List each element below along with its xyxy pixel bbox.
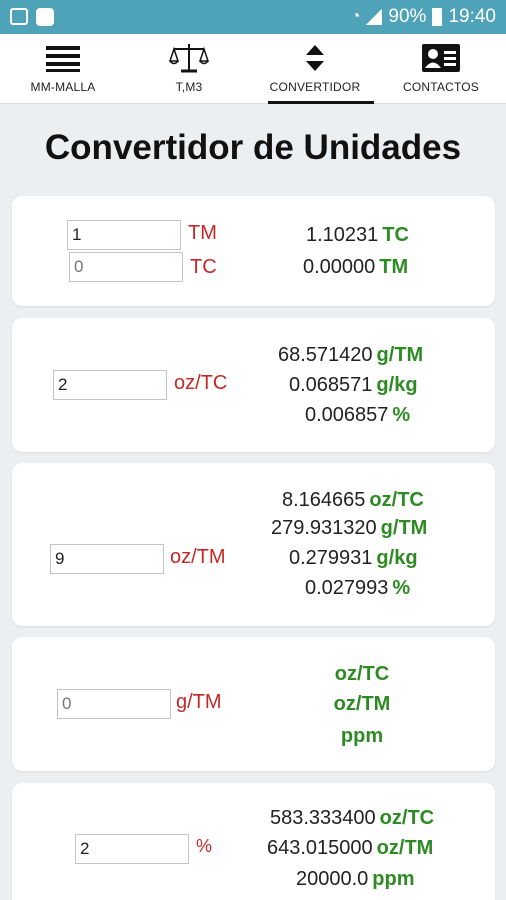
tab-mm-malla[interactable]: MM-MALLA xyxy=(0,34,126,104)
result-row: 8.164665 oz/TC xyxy=(282,489,424,512)
result-row: 68.571420 g/TM xyxy=(278,344,423,367)
tab-tm3[interactable]: T,M3 xyxy=(126,34,252,104)
result-value: 1.10231 xyxy=(306,224,379,246)
result-unit: g/kg xyxy=(376,374,418,396)
oz-tc-input[interactable] xyxy=(53,370,167,400)
result-value: 68.571420 xyxy=(278,344,373,366)
tc-unit-label: TC xyxy=(190,256,217,278)
tab-label: T,M3 xyxy=(175,80,203,94)
signal-icon xyxy=(366,9,383,25)
tab-label: CONTACTOS xyxy=(402,80,480,94)
result-value: 0.00000 xyxy=(303,256,376,278)
converter-card-g-tm: g/TM oz/TC oz/TM ppm xyxy=(12,637,495,771)
tab-label: CONVERTIDOR xyxy=(269,80,361,94)
converter-card-tm-tc: TM TC 1.10231TC 0.00000TM xyxy=(12,196,495,306)
result-unit: g/TM xyxy=(376,344,424,366)
active-tab-indicator xyxy=(268,101,374,104)
result-unit: % xyxy=(392,577,411,599)
result-value: 643.015000 xyxy=(267,837,373,859)
result-unit: oz/TM xyxy=(376,837,434,859)
percent-unit-label: % xyxy=(196,836,213,856)
result-row: 0.006857% xyxy=(305,404,410,427)
result-row: 643.015000 oz/TM xyxy=(267,837,433,860)
result-value: 0.027993 xyxy=(305,577,389,599)
image-notification-icon xyxy=(10,8,28,25)
result-row: 20000.0 ppm xyxy=(296,868,415,891)
result-row: 583.333400 oz/TC xyxy=(270,807,434,830)
g-tm-unit-label: g/TM xyxy=(176,691,222,713)
tm-input[interactable] xyxy=(67,220,181,250)
result-unit: oz/TM xyxy=(333,693,391,715)
result-unit: g/TM xyxy=(380,517,428,539)
result-value: 8.164665 xyxy=(282,489,366,511)
converter-card-oz-tm: oz/TM 8.164665oz/TC 279.931320g/TM 0.279… xyxy=(12,463,495,626)
menu-icon xyxy=(46,46,80,72)
oz-tm-unit-label: oz/TM xyxy=(170,546,226,568)
result-row: oz/TM xyxy=(322,693,402,716)
result-row: 0.279931 g/kg xyxy=(289,547,418,570)
result-row: 0.00000 TM xyxy=(303,256,408,279)
tab-label: MM-MALLA xyxy=(30,80,96,94)
converter-card-oz-tc: oz/TC 68.571420g/TM 0.068571g/kg 0.00685… xyxy=(12,318,495,452)
tc-input[interactable] xyxy=(69,252,183,282)
result-row: 0.027993% xyxy=(305,577,410,600)
result-row: ppm xyxy=(322,725,402,748)
result-unit: TM xyxy=(379,256,409,278)
result-unit: % xyxy=(392,404,411,426)
status-bar: ◔ 90% 19:40 xyxy=(0,0,506,34)
app-notification-icon xyxy=(36,8,54,26)
sort-arrows-icon xyxy=(306,45,324,71)
balance-scale-icon xyxy=(169,44,209,73)
result-row: 1.10231 TC xyxy=(306,224,409,247)
battery-percent: 90% xyxy=(388,6,427,27)
percent-input[interactable] xyxy=(75,834,189,864)
contact-card-icon xyxy=(422,44,460,72)
oz-tm-input[interactable] xyxy=(50,544,164,574)
page-title: Convertidor de Unidades xyxy=(44,128,462,167)
result-value: 279.931320 xyxy=(271,517,377,539)
tab-bar: MM-MALLA T,M3 CONVERTIDOR CONTACTOS xyxy=(0,34,506,104)
result-value: 0.279931 xyxy=(289,547,373,569)
result-unit: ppm xyxy=(340,725,384,747)
result-row: 279.931320 g/TM xyxy=(271,517,427,540)
wifi-icon: ◔ xyxy=(350,8,361,25)
result-row: 0.068571 g/kg xyxy=(289,374,418,397)
result-unit: TC xyxy=(382,224,409,246)
converter-card-percent: % 583.333400oz/TC 643.015000oz/TM 20000.… xyxy=(12,783,495,900)
result-value: 583.333400 xyxy=(270,807,376,829)
result-value: 0.068571 xyxy=(289,374,373,396)
tab-contactos[interactable]: CONTACTOS xyxy=(378,34,504,104)
oz-tc-unit-label: oz/TC xyxy=(174,372,228,394)
clock: 19:40 xyxy=(448,6,496,27)
result-unit: oz/TC xyxy=(369,489,424,511)
result-unit: g/kg xyxy=(376,547,418,569)
tm-unit-label: TM xyxy=(188,222,217,244)
tab-convertidor[interactable]: CONVERTIDOR xyxy=(252,34,378,104)
result-unit: ppm xyxy=(372,868,415,890)
result-unit: oz/TC xyxy=(379,807,435,829)
result-unit: oz/TC xyxy=(334,663,390,685)
battery-icon xyxy=(432,8,443,26)
result-value: 0.006857 xyxy=(305,404,389,426)
g-tm-input[interactable] xyxy=(57,689,171,719)
result-value: 20000.0 xyxy=(296,868,369,890)
result-row: oz/TC xyxy=(322,663,402,686)
